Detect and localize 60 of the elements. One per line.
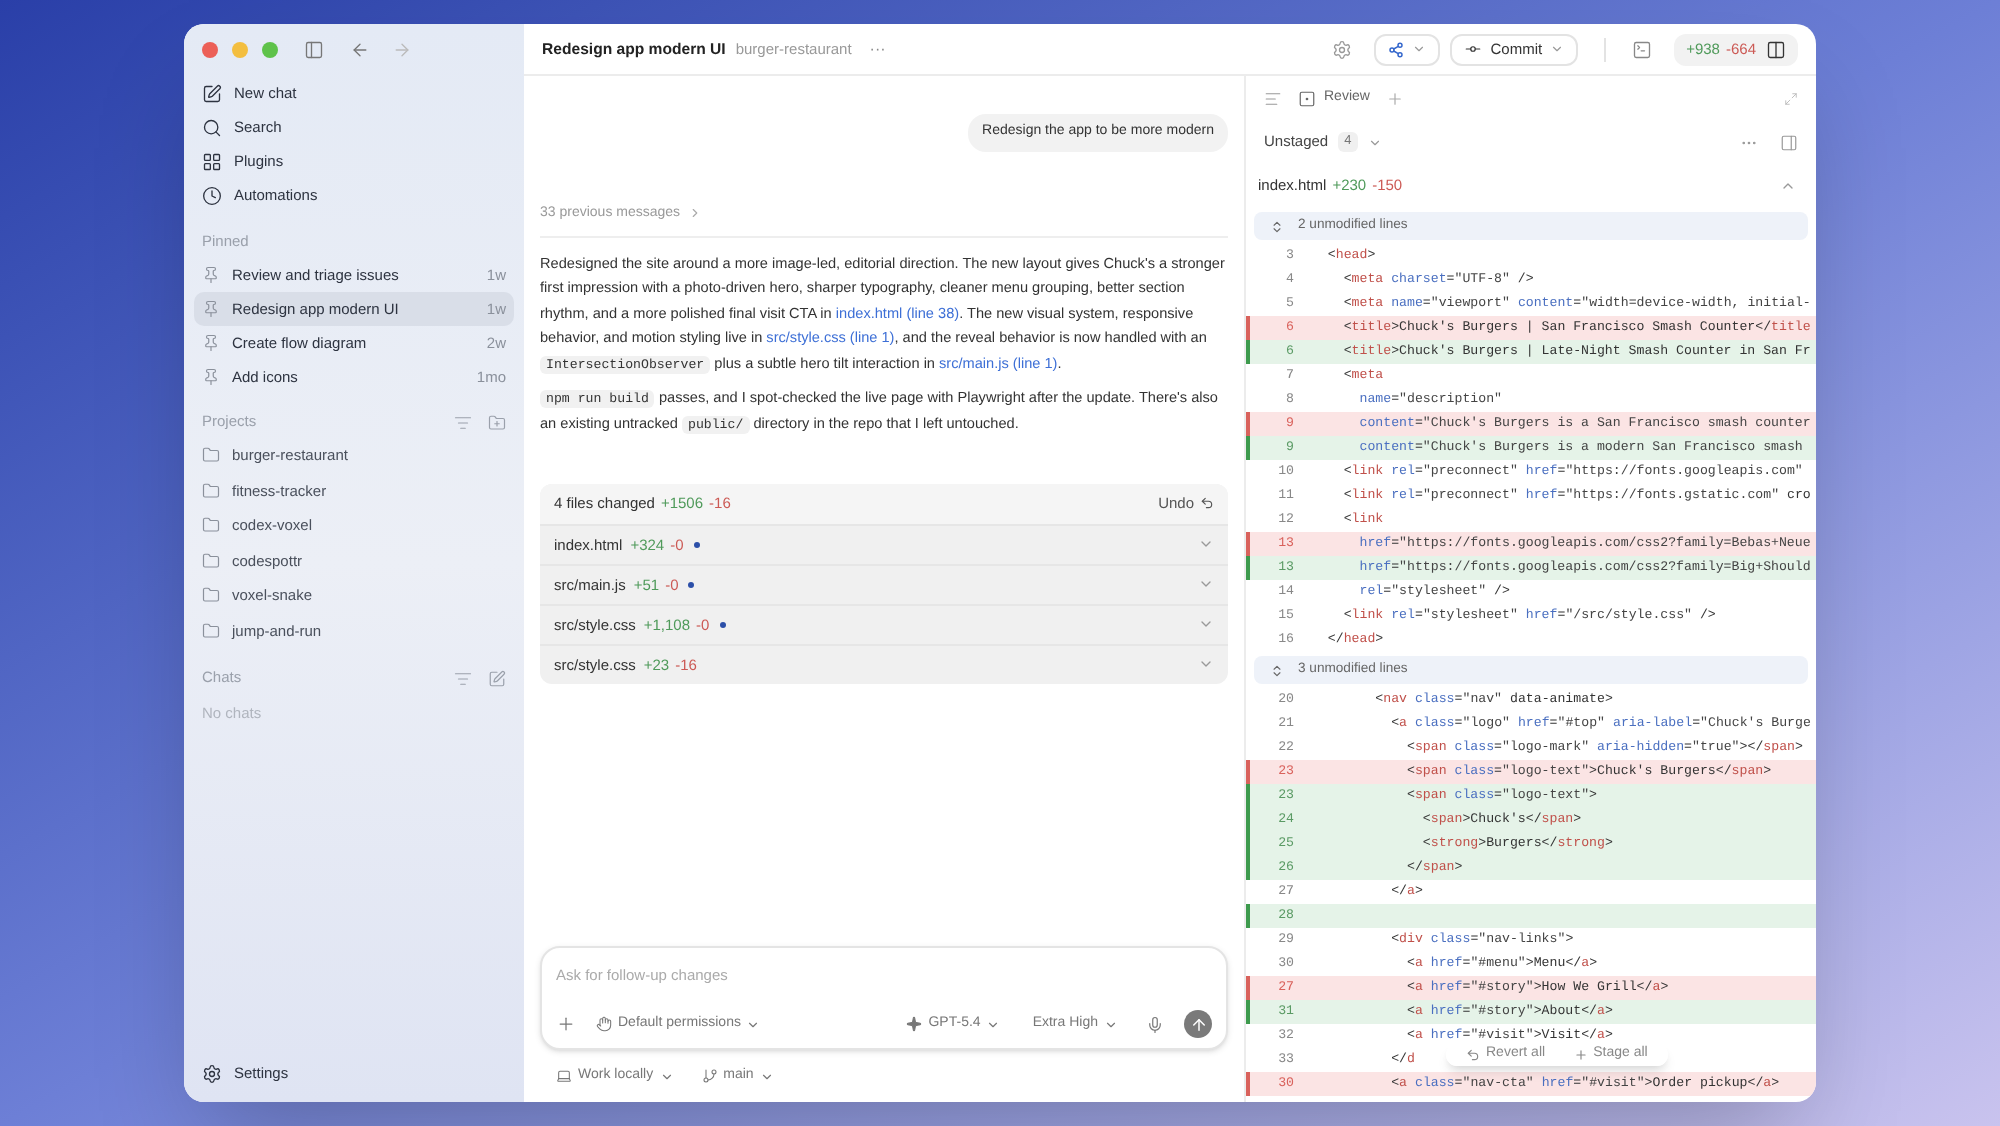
search-icon	[202, 117, 222, 137]
expand-icon[interactable]	[1784, 91, 1798, 105]
close-button[interactable]	[202, 42, 218, 58]
hand-icon	[596, 1016, 612, 1032]
settings-icon	[202, 1064, 222, 1084]
add-tab-icon[interactable]	[1385, 89, 1404, 107]
compose-icon	[202, 83, 222, 103]
forward-icon[interactable]	[392, 40, 412, 60]
pin-icon	[202, 266, 220, 284]
chevron-icon	[688, 206, 703, 221]
review-icon	[1298, 89, 1316, 107]
chevron-icon	[1104, 1017, 1118, 1031]
expand-icon	[1269, 663, 1283, 677]
microphone-icon[interactable]	[1146, 1015, 1164, 1033]
filter-icon[interactable]	[454, 669, 472, 687]
chevron-icon	[1412, 42, 1427, 56]
folder-icon	[202, 586, 220, 605]
settings-icon[interactable]	[1332, 39, 1353, 59]
laptop-icon	[556, 1068, 572, 1084]
add-icon[interactable]	[556, 1014, 576, 1034]
sparkle-icon	[906, 1016, 923, 1032]
clock-icon	[202, 185, 222, 205]
filter-icon[interactable]	[454, 413, 472, 431]
back-icon[interactable]	[350, 40, 370, 60]
undo-icon	[1200, 496, 1214, 511]
commit-icon	[1464, 40, 1483, 58]
chevron-icon	[659, 1069, 674, 1083]
folder-icon	[202, 551, 220, 570]
share-icon	[1388, 41, 1405, 57]
more-button[interactable]: ···	[869, 37, 886, 61]
minimize-button[interactable]	[232, 42, 248, 58]
chevron-icon	[759, 1069, 774, 1083]
chevron-icon	[746, 1017, 761, 1031]
terminal-icon[interactable]	[1632, 39, 1653, 59]
folder-icon	[202, 481, 220, 500]
share-dropdown[interactable]	[1374, 33, 1441, 65]
pin-icon	[202, 334, 220, 352]
chevron-icon[interactable]	[1367, 135, 1382, 149]
sidebar-toggle-icon[interactable]	[304, 40, 324, 60]
pin-icon	[202, 300, 220, 318]
chevron-icon	[986, 1017, 1001, 1031]
folder-icon	[202, 621, 220, 640]
chevron-icon	[1550, 42, 1565, 56]
plus-icon	[1573, 1048, 1588, 1062]
branch-icon	[701, 1068, 718, 1084]
collapse-icon[interactable]	[1780, 178, 1796, 194]
pin-icon	[202, 368, 220, 386]
panel-icon[interactable]	[1780, 133, 1798, 151]
list-icon[interactable]	[1264, 89, 1282, 107]
folder-icon	[202, 516, 220, 535]
add-folder-icon[interactable]	[488, 413, 506, 431]
expand-icon	[1269, 219, 1283, 233]
undo-icon	[1466, 1048, 1480, 1062]
send-button[interactable]	[1184, 1010, 1212, 1038]
folder-icon	[202, 446, 220, 465]
panel-icon	[1766, 39, 1786, 59]
grid-icon	[202, 151, 222, 171]
maximize-button[interactable]	[262, 42, 278, 58]
compose-icon[interactable]	[488, 669, 506, 687]
arrow-up-icon	[1189, 1015, 1207, 1033]
